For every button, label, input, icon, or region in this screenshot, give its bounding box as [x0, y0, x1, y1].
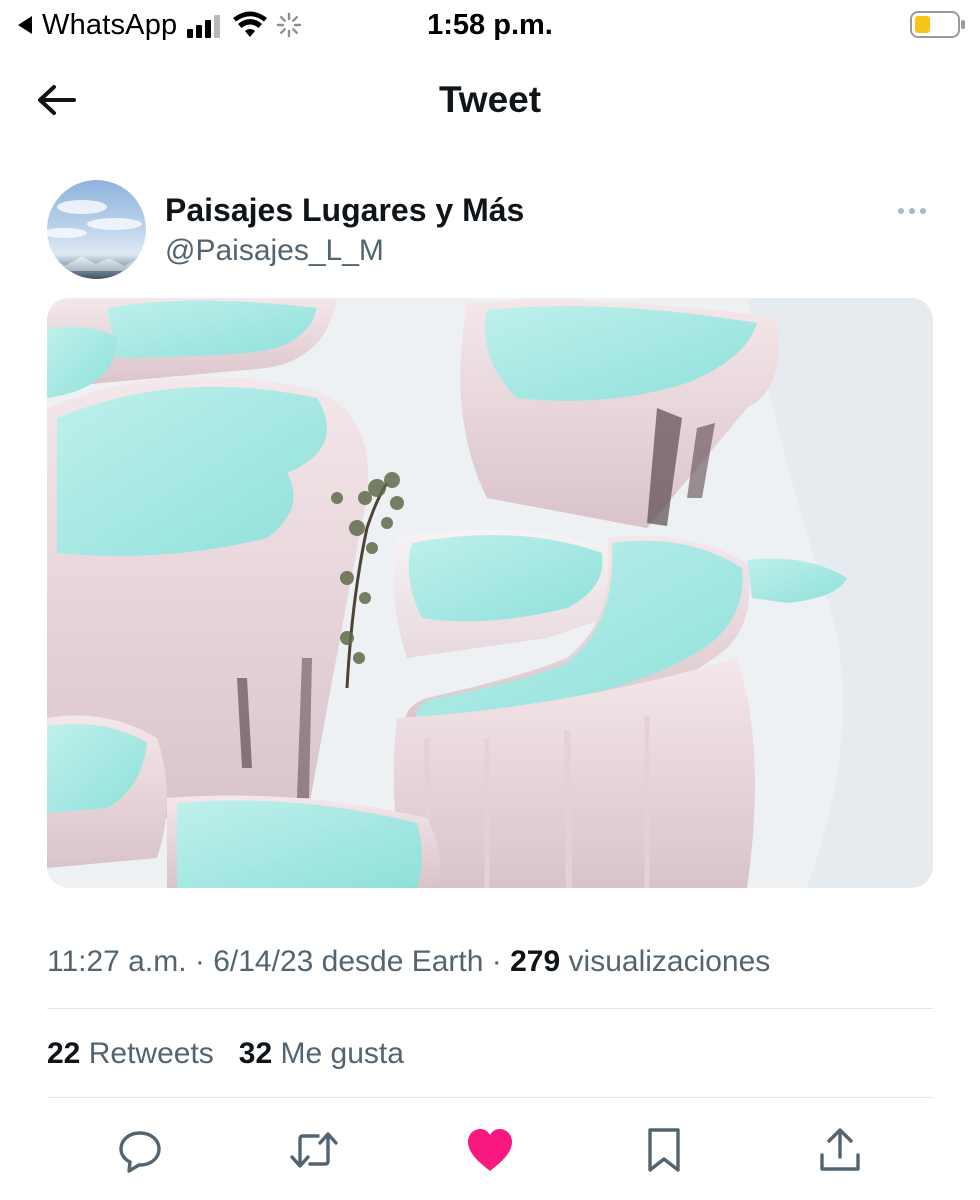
tweet-stats: 22 Retweets 32 Me gusta [47, 1034, 404, 1074]
bookmark-icon [648, 1128, 680, 1172]
retweets-count: 22 [47, 1037, 81, 1070]
separator: · [194, 945, 205, 978]
views-count[interactable]: 279 [510, 945, 560, 978]
author-handle[interactable]: @Paisajes_L_M [165, 232, 384, 270]
tweet-meta: 11:27 a.m. · 6/14/23 desde Earth · 279 v… [47, 942, 770, 982]
author-display-name[interactable]: Paisajes Lugares y Más [165, 190, 524, 230]
divider [47, 1008, 933, 1009]
travertine-pools-photo [47, 298, 933, 888]
avatar[interactable] [47, 180, 146, 279]
tweet-photo[interactable] [47, 298, 933, 888]
retweets-label: Retweets [88, 1037, 214, 1070]
divider [47, 1097, 933, 1098]
more-dots-icon[interactable] [890, 198, 934, 224]
battery-icon [910, 11, 965, 38]
separator: · [491, 945, 502, 978]
reply-icon [119, 1131, 161, 1173]
retweets-stat[interactable]: 22 Retweets [47, 1037, 214, 1070]
status-time: 1:58 p.m. [427, 9, 553, 41]
tweet-date[interactable]: 6/14/23 [213, 945, 313, 978]
reply-button[interactable] [114, 1124, 166, 1176]
views-label[interactable]: visualizaciones [569, 945, 771, 978]
share-icon [820, 1128, 860, 1171]
like-icon [468, 1129, 512, 1171]
status-bar: WhatsApp 1:58 p.m. [0, 0, 980, 50]
tweet-header: Tweet [0, 60, 980, 140]
like-button[interactable] [464, 1124, 516, 1176]
retweet-icon [290, 1132, 338, 1168]
likes-stat[interactable]: 32 Me gusta [239, 1037, 404, 1070]
page-title: Tweet [438, 79, 542, 120]
tweet-time[interactable]: 11:27 a.m. [47, 945, 187, 978]
likes-label: Me gusta [280, 1037, 404, 1070]
tweet-source: desde Earth [321, 945, 484, 978]
retweet-button[interactable] [288, 1124, 340, 1176]
share-button[interactable] [814, 1124, 866, 1176]
likes-count: 32 [238, 1037, 273, 1070]
tweet-action-bar [0, 1120, 980, 1180]
bookmark-button[interactable] [638, 1124, 690, 1176]
